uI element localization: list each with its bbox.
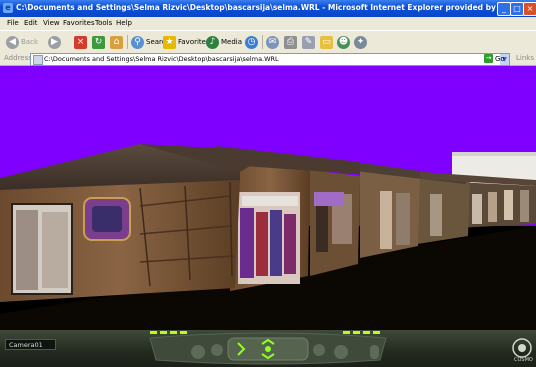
close-button[interactable]: × [523,2,536,16]
maximize-button[interactable]: □ [510,2,524,16]
favorites-button[interactable]: ★ Favorites [163,34,210,50]
window-title: C:\Documents and Settings\Selma Rizvic\D… [16,3,533,12]
mail-icon: ✉ [266,35,279,49]
vrml-3d-viewport[interactable] [0,66,536,330]
stop-icon: × [74,35,87,49]
navigation-dashboard [149,332,532,365]
address-input[interactable]: C:\Documents and Settings\Selma Rizvic\D… [30,53,510,66]
menu-bar: File Edit View Favorites Tools Help [0,17,536,30]
forward-arrow-icon: ▶ [48,35,61,49]
folder-button[interactable]: ▭ [320,34,333,50]
address-value: C:\Documents and Settings\Selma Rizvic\D… [44,55,279,63]
favorites-label: Favorites [178,38,210,46]
toolbar-separator [262,35,263,49]
refresh-button[interactable]: ↻ [92,34,105,50]
mail-button[interactable]: ✉ [266,34,279,50]
links-button[interactable]: Links [516,54,534,62]
seek-button[interactable] [334,345,348,359]
menu-file[interactable]: File [7,19,19,27]
home-icon: ⌂ [110,35,123,49]
browser-window: e C:\Documents and Settings\Selma Rizvic… [0,0,536,367]
folder-icon: ▭ [320,35,333,49]
cosmo-brand: COSMO [514,357,533,363]
cosmo-logo-icon [512,338,532,358]
print-icon: ⎙ [284,35,297,49]
print-button[interactable]: ⎙ [284,34,297,50]
back-button[interactable]: ◀ Back [6,34,38,50]
minimize-button[interactable]: _ [497,2,511,16]
history-icon: ◷ [245,35,258,49]
stop-button[interactable]: × [74,34,87,50]
tilt-mode-button[interactable] [313,344,325,356]
favorites-star-icon: ★ [163,35,176,49]
edit-button[interactable]: ✎ [302,34,315,50]
go-button[interactable]: → Go [484,53,505,64]
refresh-icon: ↻ [92,35,105,49]
go-arrow-icon: → [484,54,493,63]
3d-scene [0,66,536,330]
title-bar[interactable]: e C:\Documents and Settings\Selma Rizvic… [0,0,536,17]
back-label: Back [21,38,38,46]
back-arrow-icon: ◀ [6,35,19,49]
edit-page-icon: ✎ [302,35,315,49]
media-icon: ♪ [206,35,219,49]
messenger-button[interactable]: ☻ [337,34,350,50]
standard-toolbar: ◀ Back ▶ × ↻ ⌂ ⚲ Search ★ Favorites ♪ Me… [0,30,536,54]
history-button[interactable]: ◷ [245,34,258,50]
address-label: Address [4,54,32,62]
menu-favorites[interactable]: Favorites [63,19,95,27]
toolbar-separator [127,35,128,49]
address-bar: Address C:\Documents and Settings\Selma … [0,52,536,66]
menu-tools[interactable]: Tools [95,19,112,27]
search-icon: ⚲ [131,35,144,49]
go-mode-button[interactable] [191,345,205,359]
navigation-pad[interactable] [227,337,309,361]
media-button[interactable]: ♪ Media [206,34,242,50]
page-icon [33,55,43,65]
go-label: Go [495,54,505,63]
menu-edit[interactable]: Edit [24,19,38,27]
discuss-icon: ✦ [354,35,367,49]
forward-button[interactable]: ▶ [48,34,61,50]
slide-mode-button[interactable] [211,344,223,356]
cosmo-player-controls: Camera01 COSMO [0,330,536,367]
messenger-icon: ☻ [337,35,350,49]
menu-view[interactable]: View [43,19,60,27]
media-label: Media [221,38,243,46]
discuss-button[interactable]: ✦ [354,34,367,50]
straighten-button[interactable] [370,345,379,359]
home-button[interactable]: ⌂ [110,34,123,50]
menu-help[interactable]: Help [116,19,132,27]
ie-app-icon: e [3,3,13,13]
